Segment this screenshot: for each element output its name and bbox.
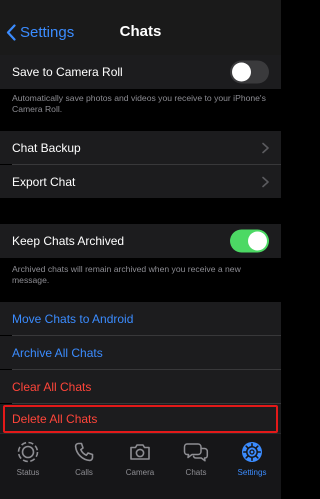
chevron-right-icon xyxy=(262,176,269,187)
tab-status[interactable]: Status xyxy=(0,440,56,480)
tab-calls-label: Calls xyxy=(75,468,93,477)
tab-chats[interactable]: Chats xyxy=(168,440,224,480)
tab-status-label: Status xyxy=(16,468,40,477)
move-chats-to-android-button[interactable]: Move Chats to Android xyxy=(12,312,133,326)
save-to-camera-roll-label: Save to Camera Roll xyxy=(12,65,123,79)
gear-icon xyxy=(242,442,262,462)
export-chat-label: Export Chat xyxy=(12,174,76,189)
save-to-camera-roll-row: Save to Camera Roll xyxy=(0,55,281,89)
chat-bubbles-icon xyxy=(183,443,209,462)
status-icon xyxy=(17,441,39,463)
tab-chats-label: Chats xyxy=(185,468,207,477)
camera-icon xyxy=(130,444,150,460)
navigation-bar: Settings Chats xyxy=(0,0,281,55)
export-chat-row[interactable]: Export Chat xyxy=(0,165,281,198)
chat-backup-row[interactable]: Chat Backup xyxy=(0,131,281,164)
save-to-camera-roll-toggle[interactable] xyxy=(230,60,269,84)
tab-calls[interactable]: Calls xyxy=(56,440,112,480)
phone-icon xyxy=(74,442,94,462)
tab-bar: Status Calls Camera Chats Settings xyxy=(0,433,281,499)
save-to-camera-roll-footnote: Automatically save photos and videos you… xyxy=(12,93,266,114)
tab-settings-label: Settings xyxy=(237,468,267,477)
tab-camera[interactable]: Camera xyxy=(112,440,168,480)
tab-settings[interactable]: Settings xyxy=(224,440,280,480)
clear-all-chats-row[interactable]: Clear All Chats xyxy=(0,370,281,403)
keep-chats-archived-row: Keep Chats Archived xyxy=(0,224,281,258)
toggle-knob xyxy=(248,231,267,251)
clear-all-chats-button[interactable]: Clear All Chats xyxy=(12,380,91,394)
keep-chats-archived-toggle[interactable] xyxy=(230,229,269,253)
archive-all-chats-button[interactable]: Archive All Chats xyxy=(12,346,103,360)
move-chats-to-android-row[interactable]: Move Chats to Android xyxy=(0,302,281,335)
tab-camera-label: Camera xyxy=(125,468,155,477)
archive-all-chats-row[interactable]: Archive All Chats xyxy=(0,336,281,369)
page-title: Chats xyxy=(119,23,162,40)
keep-chats-archived-footnote: Archived chats will remain archived when… xyxy=(12,264,241,285)
delete-all-chats-highlight xyxy=(3,405,278,433)
keep-chats-archived-label: Keep Chats Archived xyxy=(12,234,125,248)
chat-backup-label: Chat Backup xyxy=(12,140,81,155)
chevron-right-icon xyxy=(262,142,269,153)
toggle-knob xyxy=(232,62,251,82)
